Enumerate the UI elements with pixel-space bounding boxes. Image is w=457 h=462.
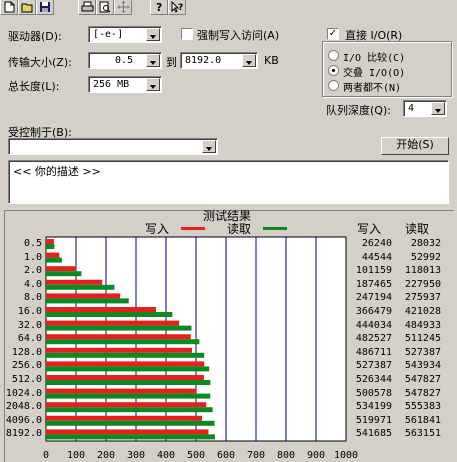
write-bar <box>46 293 121 299</box>
write-bar <box>46 266 77 272</box>
write-bar <box>46 307 156 312</box>
read-bar <box>46 366 210 372</box>
read-bar <box>46 284 115 290</box>
read-bar <box>46 434 215 440</box>
read-bar <box>46 352 205 358</box>
write-bar <box>46 347 193 353</box>
write-bar <box>46 252 60 258</box>
read-bar <box>46 257 62 263</box>
write-bar <box>46 402 207 408</box>
write-bar <box>46 239 54 244</box>
write-bar <box>46 388 197 394</box>
read-bar <box>46 393 211 399</box>
write-bar <box>46 320 180 326</box>
read-bar <box>46 380 211 385</box>
write-bar <box>46 279 103 285</box>
write-bar <box>46 415 202 421</box>
read-bar <box>46 312 173 317</box>
write-bar <box>46 429 209 435</box>
read-bar <box>46 339 200 345</box>
read-bar <box>46 244 55 249</box>
results-chart <box>45 236 347 442</box>
read-bar <box>46 420 215 426</box>
read-bar <box>46 271 82 277</box>
write-bar <box>46 334 191 340</box>
read-bar <box>46 298 129 304</box>
read-bar <box>46 325 192 331</box>
read-bar <box>46 407 213 413</box>
write-bar <box>46 375 204 380</box>
write-bar <box>46 361 205 367</box>
